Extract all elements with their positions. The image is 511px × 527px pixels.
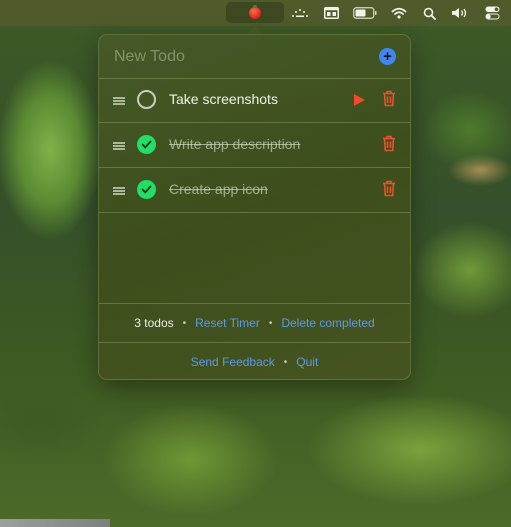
separator-dot: • (182, 317, 187, 329)
trash-icon[interactable] (382, 135, 396, 157)
trash-icon[interactable] (382, 90, 396, 112)
brightness-dots-icon[interactable] (288, 0, 312, 26)
todo-text: Create app icon (169, 181, 268, 197)
todo-row[interactable]: Write app description (99, 123, 410, 168)
separator-dot: • (268, 317, 273, 329)
todo-text: Write app description (169, 136, 301, 152)
checkmark-icon (141, 140, 152, 149)
new-todo-input[interactable] (112, 45, 366, 69)
delete-completed-link[interactable]: Delete completed (281, 316, 374, 330)
play-timer-icon[interactable] (354, 94, 365, 106)
todo-row[interactable]: Take screenshots (99, 78, 410, 123)
window-layout-icon[interactable] (321, 0, 341, 26)
drag-handle-icon[interactable] (113, 97, 125, 105)
trash-icon[interactable] (382, 180, 396, 202)
battery-icon[interactable] (350, 0, 380, 26)
popover-arrow (247, 26, 263, 34)
status-footer: 3 todos • Reset Timer • Delete completed (99, 303, 410, 343)
todo-text: Take screenshots (169, 91, 278, 107)
separator-dot: • (283, 356, 288, 368)
todo-checkbox-checked[interactable] (137, 135, 156, 154)
volume-icon[interactable] (449, 0, 471, 26)
spotlight-search-icon[interactable] (420, 0, 438, 26)
todo-checkbox-unchecked[interactable] (137, 90, 156, 109)
control-center-icon[interactable] (482, 0, 502, 26)
send-feedback-link[interactable]: Send Feedback (191, 355, 275, 369)
quit-link[interactable]: Quit (296, 355, 318, 369)
app-footer: Send Feedback • Quit (99, 343, 410, 379)
todo-popover: + Take screenshots Write app description… (98, 34, 411, 380)
drag-handle-icon[interactable] (113, 187, 125, 195)
tomato-timer-icon (249, 4, 261, 19)
menu-bar (0, 0, 511, 26)
plus-circle-icon: + (383, 48, 392, 65)
drag-handle-icon[interactable] (113, 142, 125, 150)
todo-row[interactable]: Create app icon (99, 168, 410, 213)
add-todo-button[interactable]: + (379, 48, 396, 65)
wallpaper-stone-path (0, 519, 110, 527)
checkmark-icon (141, 185, 152, 194)
tomato-menu-extra[interactable] (226, 2, 284, 23)
todo-count: 3 todos (134, 316, 174, 330)
new-todo-bar: + (99, 35, 410, 79)
todo-checkbox-checked[interactable] (137, 180, 156, 199)
wifi-icon[interactable] (389, 0, 409, 26)
reset-timer-link[interactable]: Reset Timer (195, 316, 260, 330)
